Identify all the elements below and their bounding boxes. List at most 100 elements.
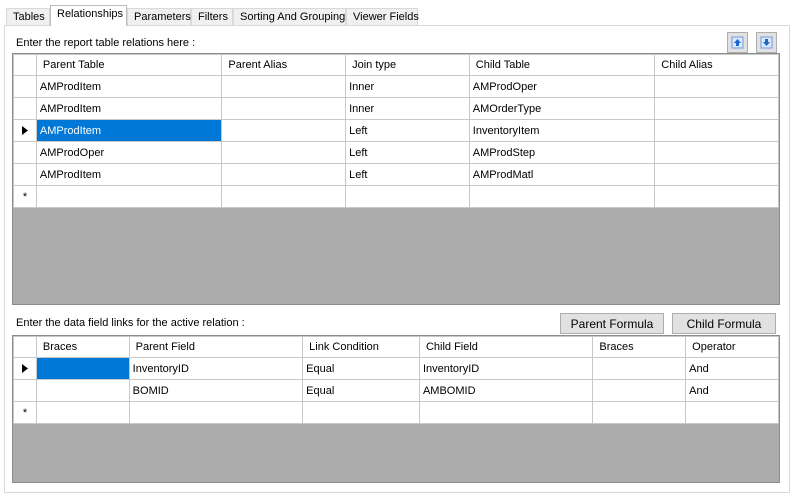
join-type-cell[interactable]: Left xyxy=(345,119,470,142)
tab-viewer-fields[interactable]: Viewer Fields xyxy=(346,8,419,26)
operator-cell[interactable]: And xyxy=(685,379,779,402)
child-table-cell[interactable]: AMOrderType xyxy=(468,97,656,120)
new-row-indicator-icon: * xyxy=(22,190,28,203)
arrow-up-icon xyxy=(731,36,744,49)
row-header[interactable] xyxy=(13,379,37,402)
link-condition-cell[interactable]: Equal xyxy=(302,357,420,380)
tab-filters[interactable]: Filters xyxy=(191,8,233,26)
join-type-cell[interactable]: Inner xyxy=(345,75,470,98)
column-header-parent-table[interactable]: Parent Table xyxy=(35,54,223,76)
parent-alias-cell[interactable] xyxy=(221,119,347,142)
new-row[interactable]: * xyxy=(13,401,779,424)
open-braces-cell-selected[interactable] xyxy=(35,357,130,380)
table-row[interactable]: AMProdItem Left AMProdMatl xyxy=(13,163,779,186)
parent-alias-cell[interactable] xyxy=(221,75,347,98)
parent-formula-button[interactable]: Parent Formula xyxy=(560,313,664,334)
child-table-cell[interactable]: InventoryItem xyxy=(468,119,656,142)
child-alias-cell[interactable] xyxy=(654,185,779,208)
tab-sorting-and-grouping[interactable]: Sorting And Grouping xyxy=(233,8,346,26)
row-header[interactable] xyxy=(13,141,37,164)
links-header-row: Braces Parent Field Link Condition Child… xyxy=(13,336,779,358)
join-type-cell[interactable]: Inner xyxy=(345,97,470,120)
close-braces-cell[interactable] xyxy=(592,357,687,380)
tab-tables[interactable]: Tables xyxy=(6,8,50,26)
child-table-cell[interactable]: AMProdOper xyxy=(468,75,656,98)
row-header[interactable] xyxy=(13,75,37,98)
open-braces-cell[interactable] xyxy=(35,379,130,402)
parent-table-cell[interactable]: AMProdItem xyxy=(35,75,223,98)
row-header[interactable] xyxy=(13,97,37,120)
child-alias-cell[interactable] xyxy=(654,141,779,164)
column-header-operator[interactable]: Operator xyxy=(685,336,779,358)
child-alias-cell[interactable] xyxy=(654,163,779,186)
link-condition-cell[interactable]: Equal xyxy=(302,379,420,402)
parent-alias-cell[interactable] xyxy=(221,97,347,120)
child-table-cell[interactable]: AMProdStep xyxy=(468,141,656,164)
child-alias-cell[interactable] xyxy=(654,97,779,120)
join-type-cell[interactable]: Left xyxy=(345,141,470,164)
new-row[interactable]: * xyxy=(13,185,779,208)
open-braces-cell[interactable] xyxy=(35,401,130,424)
move-up-button[interactable] xyxy=(727,32,748,53)
child-field-cell[interactable]: AMBOMID xyxy=(418,379,594,402)
child-table-cell[interactable]: AMProdMatl xyxy=(468,163,656,186)
arrow-down-icon xyxy=(760,36,773,49)
relations-label: Enter the report table relations here : xyxy=(16,37,196,49)
parent-alias-cell[interactable] xyxy=(221,163,347,186)
parent-alias-cell[interactable] xyxy=(221,141,347,164)
close-braces-cell[interactable] xyxy=(592,379,687,402)
child-alias-cell[interactable] xyxy=(654,75,779,98)
parent-table-cell[interactable]: AMProdItem xyxy=(35,97,223,120)
parent-alias-cell[interactable] xyxy=(221,185,347,208)
tab-strip: Tables Relationships Parameters Filters … xyxy=(0,0,792,26)
row-header[interactable] xyxy=(13,163,37,186)
move-down-button[interactable] xyxy=(756,32,777,53)
relations-header-row: Parent Table Parent Alias Join type Chil… xyxy=(13,54,779,76)
column-header-parent-field[interactable]: Parent Field xyxy=(128,336,304,358)
close-braces-cell[interactable] xyxy=(592,401,687,424)
operator-cell[interactable]: And xyxy=(685,357,779,380)
relations-grid[interactable]: Parent Table Parent Alias Join type Chil… xyxy=(12,53,780,305)
join-type-cell[interactable]: Left xyxy=(345,163,470,186)
table-row-current[interactable]: InventoryID Equal InventoryID And xyxy=(13,357,779,380)
parent-field-cell[interactable]: InventoryID xyxy=(128,357,304,380)
relations-table: Parent Table Parent Alias Join type Chil… xyxy=(13,54,779,208)
row-header-corner xyxy=(13,54,37,76)
row-header[interactable] xyxy=(13,357,37,380)
parent-table-cell-selected[interactable]: AMProdItem xyxy=(35,119,223,142)
child-formula-button[interactable]: Child Formula xyxy=(672,313,776,334)
tab-parameters[interactable]: Parameters xyxy=(127,8,191,26)
column-header-link-condition[interactable]: Link Condition xyxy=(302,336,420,358)
parent-field-cell[interactable]: BOMID xyxy=(128,379,304,402)
links-grid[interactable]: Braces Parent Field Link Condition Child… xyxy=(12,335,780,483)
parent-field-cell[interactable] xyxy=(128,401,304,424)
child-field-cell[interactable] xyxy=(418,401,594,424)
table-row-current[interactable]: AMProdItem Left InventoryItem xyxy=(13,119,779,142)
column-header-parent-alias[interactable]: Parent Alias xyxy=(221,54,347,76)
parent-table-cell[interactable]: AMProdItem xyxy=(35,163,223,186)
table-row[interactable]: AMProdItem Inner AMProdOper xyxy=(13,75,779,98)
table-row[interactable]: BOMID Equal AMBOMID And xyxy=(13,379,779,402)
column-header-open-braces[interactable]: Braces xyxy=(35,336,130,358)
child-table-cell[interactable] xyxy=(468,185,656,208)
column-header-child-alias[interactable]: Child Alias xyxy=(654,54,779,76)
column-header-child-table[interactable]: Child Table xyxy=(468,54,656,76)
child-alias-cell[interactable] xyxy=(654,119,779,142)
column-header-close-braces[interactable]: Braces xyxy=(592,336,687,358)
parent-table-cell[interactable]: AMProdOper xyxy=(35,141,223,164)
operator-cell[interactable] xyxy=(685,401,779,424)
join-type-cell[interactable] xyxy=(345,185,470,208)
row-header-corner xyxy=(13,336,37,358)
new-row-indicator-icon: * xyxy=(22,406,28,419)
column-header-join-type[interactable]: Join type xyxy=(345,54,470,76)
column-header-child-field[interactable]: Child Field xyxy=(418,336,594,358)
row-header[interactable] xyxy=(13,119,37,142)
parent-table-cell[interactable] xyxy=(35,185,223,208)
row-header[interactable]: * xyxy=(13,401,37,424)
link-condition-cell[interactable] xyxy=(302,401,420,424)
table-row[interactable]: AMProdOper Left AMProdStep xyxy=(13,141,779,164)
child-field-cell[interactable]: InventoryID xyxy=(418,357,594,380)
tab-relationships[interactable]: Relationships xyxy=(50,5,127,26)
table-row[interactable]: AMProdItem Inner AMOrderType xyxy=(13,97,779,120)
row-header[interactable]: * xyxy=(13,185,37,208)
